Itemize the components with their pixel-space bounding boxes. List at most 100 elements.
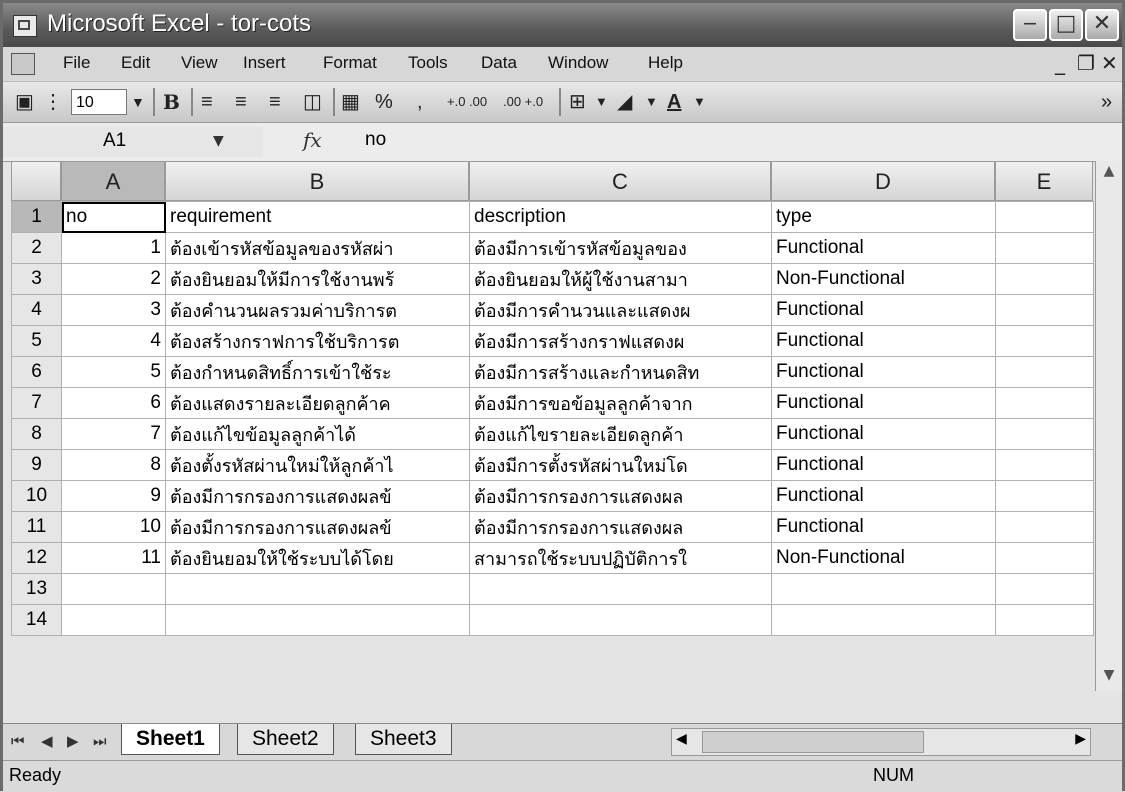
row-header[interactable]: 7 xyxy=(11,387,62,419)
percent-button[interactable]: % xyxy=(375,88,393,116)
doc-close-icon[interactable]: ✕ xyxy=(1101,51,1118,75)
cell-e[interactable] xyxy=(995,263,1094,295)
menu-edit[interactable]: Edit xyxy=(121,53,150,73)
cell-c[interactable]: ต้องมีการสร้างและกำหนดสิท xyxy=(469,356,772,388)
vertical-scrollbar[interactable]: ▲ ▼ xyxy=(1095,161,1122,691)
row-header[interactable]: 13 xyxy=(11,573,62,605)
cell-b[interactable]: ต้องกำหนดสิทธิ์การเข้าใช้ระ xyxy=(165,356,470,388)
cell-e[interactable] xyxy=(995,573,1094,605)
cell-c[interactable]: ต้องมีการกรองการแสดงผล xyxy=(469,480,772,512)
cell-a[interactable] xyxy=(61,573,166,605)
cell-b[interactable]: ต้องตั้งรหัสผ่านใหม่ให้ลูกค้าไ xyxy=(165,449,470,481)
menu-file[interactable]: File xyxy=(63,53,90,73)
borders-dropdown-icon[interactable]: ▼ xyxy=(595,88,608,116)
menu-tools[interactable]: Tools xyxy=(408,53,448,73)
cell-e[interactable] xyxy=(995,418,1094,450)
cell-c[interactable]: description xyxy=(469,201,772,233)
cell-e[interactable] xyxy=(995,542,1094,574)
cell-c[interactable]: ต้องแก้ไขรายละเอียดลูกค้า xyxy=(469,418,772,450)
cell-a[interactable]: 9 xyxy=(61,480,166,512)
cell-d[interactable]: Non-Functional xyxy=(771,542,996,574)
last-sheet-icon[interactable]: ⏭ xyxy=(93,732,107,750)
cell-d[interactable] xyxy=(771,573,996,605)
cell-c[interactable]: ต้องมีการกรองการแสดงผล xyxy=(469,511,772,543)
row-header[interactable]: 2 xyxy=(11,232,62,264)
cell-b[interactable]: ต้องมีการกรองการแสดงผลข้ xyxy=(165,511,470,543)
column-header-d[interactable]: D xyxy=(771,161,995,201)
select-all-corner[interactable] xyxy=(11,161,61,201)
row-header[interactable]: 6 xyxy=(11,356,62,388)
cell-e[interactable] xyxy=(995,325,1094,357)
doc-minimize-icon[interactable]: _ xyxy=(1055,51,1065,75)
column-header-b[interactable]: B xyxy=(165,161,469,201)
cell-d[interactable]: Functional xyxy=(771,387,996,419)
cell-d[interactable]: Functional xyxy=(771,325,996,357)
cell-e[interactable] xyxy=(995,201,1094,233)
cell-d[interactable]: Non-Functional xyxy=(771,263,996,295)
minimize-button[interactable]: ‒ xyxy=(1013,9,1047,41)
scroll-down-icon[interactable]: ▼ xyxy=(1098,667,1120,689)
doc-restore-icon[interactable]: ❐ xyxy=(1077,51,1095,75)
row-header[interactable]: 14 xyxy=(11,604,62,636)
cell-e[interactable] xyxy=(995,480,1094,512)
cell-b[interactable]: ต้องยินยอมให้ใช้ระบบได้โดย xyxy=(165,542,470,574)
column-header-e[interactable]: E xyxy=(995,161,1093,201)
menu-view[interactable]: View xyxy=(181,53,218,73)
cell-e[interactable] xyxy=(995,232,1094,264)
cell-c[interactable]: ต้องมีการเข้ารหัสข้อมูลของ xyxy=(469,232,772,264)
align-left-icon[interactable]: ≡ xyxy=(201,88,213,116)
formula-input[interactable]: no xyxy=(365,129,386,151)
cell-d[interactable]: Functional xyxy=(771,418,996,450)
row-header[interactable]: 12 xyxy=(11,542,62,574)
scroll-right-icon[interactable]: ▶ xyxy=(1075,731,1086,747)
menu-window[interactable]: Window xyxy=(548,53,608,73)
sheet-tab-sheet2[interactable]: Sheet2 xyxy=(237,724,334,755)
cell-d[interactable]: type xyxy=(771,201,996,233)
cell-c[interactable] xyxy=(469,573,772,605)
cell-c[interactable]: ต้องมีการสร้างกราฟแสดงผ xyxy=(469,325,772,357)
cell-b[interactable]: ต้องเข้ารหัสข้อมูลของรหัสผ่า xyxy=(165,232,470,264)
cell-e[interactable] xyxy=(995,511,1094,543)
cell-b[interactable]: requirement xyxy=(165,201,470,233)
cell-a[interactable] xyxy=(61,604,166,636)
font-color-button[interactable]: A xyxy=(667,88,681,116)
close-button[interactable]: ✕ xyxy=(1085,9,1119,41)
workbook-icon[interactable] xyxy=(11,53,35,75)
cell-a[interactable]: no xyxy=(61,201,166,233)
cell-b[interactable]: ต้องมีการกรองการแสดงผลข้ xyxy=(165,480,470,512)
cell-d[interactable]: Functional xyxy=(771,356,996,388)
cell-d[interactable]: Functional xyxy=(771,232,996,264)
cell-d[interactable]: Functional xyxy=(771,480,996,512)
cell-d[interactable]: Functional xyxy=(771,511,996,543)
fill-color-icon[interactable]: ◢ xyxy=(617,88,632,116)
sheet-tab-sheet3[interactable]: Sheet3 xyxy=(355,724,452,755)
cell-c[interactable]: ต้องยินยอมให้ผู้ใช้งานสามา xyxy=(469,263,772,295)
cell-e[interactable] xyxy=(995,604,1094,636)
merge-center-icon[interactable]: ◫ xyxy=(303,88,322,116)
cell-b[interactable]: ต้องแสดงรายละเอียดลูกค้าค xyxy=(165,387,470,419)
cell-e[interactable] xyxy=(995,387,1094,419)
cell-a[interactable]: 4 xyxy=(61,325,166,357)
row-header[interactable]: 4 xyxy=(11,294,62,326)
menu-insert[interactable]: Insert xyxy=(243,53,286,73)
row-header[interactable]: 11 xyxy=(11,511,62,543)
row-header[interactable]: 10 xyxy=(11,480,62,512)
cell-b[interactable]: ต้องแก้ไขข้อมูลลูกค้าได้ xyxy=(165,418,470,450)
name-box-dropdown-icon[interactable]: ▼ xyxy=(213,133,224,149)
cell-a[interactable]: 11 xyxy=(61,542,166,574)
font-color-dropdown-icon[interactable]: ▼ xyxy=(693,88,706,116)
menu-format[interactable]: Format xyxy=(323,53,377,73)
borders-icon[interactable]: ⊞ xyxy=(569,88,586,116)
font-size-dropdown-icon[interactable]: ▼ xyxy=(131,88,145,116)
cell-b[interactable] xyxy=(165,604,470,636)
cell-a[interactable]: 6 xyxy=(61,387,166,419)
cell-a[interactable]: 2 xyxy=(61,263,166,295)
bold-button[interactable]: B xyxy=(163,88,180,116)
menu-help[interactable]: Help xyxy=(648,53,683,73)
cell-c[interactable]: ต้องมีการคำนวนและแสดงผ xyxy=(469,294,772,326)
row-header[interactable]: 1 xyxy=(11,201,62,233)
cell-e[interactable] xyxy=(995,356,1094,388)
fill-color-dropdown-icon[interactable]: ▼ xyxy=(645,88,658,116)
cell-a[interactable]: 3 xyxy=(61,294,166,326)
cell-a[interactable]: 7 xyxy=(61,418,166,450)
